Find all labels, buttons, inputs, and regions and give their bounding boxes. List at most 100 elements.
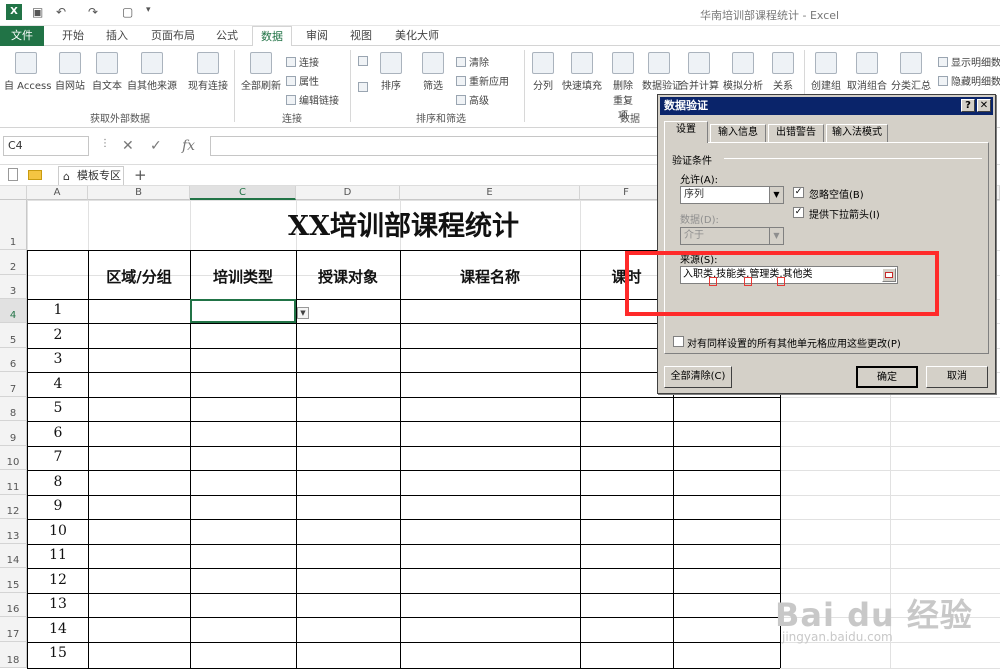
tab-input-message[interactable]: 输入信息 bbox=[710, 124, 766, 142]
row-header[interactable]: 9 bbox=[0, 421, 27, 446]
row-header[interactable]: 8 bbox=[0, 397, 27, 421]
connections-button[interactable]: 连接 bbox=[286, 54, 319, 69]
active-cell-c4[interactable] bbox=[190, 299, 296, 323]
row-header[interactable]: 2 bbox=[0, 250, 27, 275]
reapply-icon bbox=[456, 76, 466, 86]
refresh-all-button[interactable]: 全部刷新 bbox=[238, 52, 284, 92]
filter-button[interactable]: 筛选 bbox=[418, 52, 448, 92]
redo-icon[interactable]: ↷ bbox=[88, 5, 98, 19]
data-validation-button[interactable]: 数据验证 bbox=[642, 52, 682, 92]
row-header[interactable]: 16 bbox=[0, 593, 27, 617]
sort-descending-button[interactable] bbox=[358, 82, 371, 94]
properties-button[interactable]: 属性 bbox=[286, 73, 319, 88]
tab-file[interactable]: 文件 bbox=[0, 26, 44, 46]
from-other-sources-button[interactable]: 自其他来源 bbox=[126, 52, 178, 92]
save-icon[interactable]: ▣ bbox=[32, 5, 43, 19]
row-header[interactable]: 17 bbox=[0, 617, 27, 642]
text-to-columns-icon bbox=[532, 52, 554, 74]
relationships-button[interactable]: 关系 bbox=[768, 52, 798, 92]
cell-dropdown-arrow-icon[interactable]: ▼ bbox=[297, 307, 309, 319]
consolidate-button[interactable]: 合并计算 bbox=[678, 52, 720, 92]
tab-data[interactable]: 数据 bbox=[252, 26, 292, 47]
clear-filter-button[interactable]: 清除 bbox=[456, 54, 489, 69]
highlight-annotation-box bbox=[625, 251, 939, 316]
row-header[interactable]: 13 bbox=[0, 519, 27, 544]
row-header[interactable]: 3 bbox=[0, 275, 27, 299]
cancel-button[interactable]: 取消 bbox=[926, 366, 988, 388]
row-header[interactable]: 14 bbox=[0, 544, 27, 568]
text-to-columns-button[interactable]: 分列 bbox=[528, 52, 558, 92]
table-border bbox=[27, 568, 780, 569]
sort-az-icon bbox=[358, 56, 368, 66]
row-header[interactable]: 12 bbox=[0, 495, 27, 519]
column-header-e[interactable]: E bbox=[400, 186, 580, 200]
apply-all-checkbox[interactable] bbox=[673, 336, 684, 347]
ungroup-button[interactable]: 取消组合 bbox=[846, 52, 888, 92]
from-text-button[interactable]: 自文本 bbox=[90, 52, 124, 92]
insert-function-icon[interactable]: fx bbox=[182, 138, 195, 154]
edit-links-button[interactable]: 编辑链接 bbox=[286, 92, 339, 107]
row-header[interactable]: 6 bbox=[0, 348, 27, 372]
reapply-button[interactable]: 重新应用 bbox=[456, 73, 509, 88]
select-all-corner[interactable] bbox=[0, 186, 27, 200]
show-detail-button[interactable]: 显示明细数据 bbox=[938, 54, 1000, 69]
subtotal-button[interactable]: 分类汇总 bbox=[890, 52, 932, 92]
tab-beautify-master[interactable]: 美化大师 bbox=[390, 26, 444, 46]
add-sheet-button[interactable]: + bbox=[134, 166, 147, 184]
name-box[interactable]: C4 bbox=[3, 136, 89, 156]
enter-entry-icon[interactable]: ✓ bbox=[150, 138, 162, 154]
row-header[interactable]: 5 bbox=[0, 323, 27, 348]
from-access-button[interactable]: 自 Access bbox=[4, 52, 51, 92]
new-document-icon[interactable] bbox=[8, 168, 18, 181]
dialog-close-button[interactable]: ✕ bbox=[977, 99, 991, 112]
allow-select[interactable]: 序列 ▼ bbox=[680, 186, 784, 204]
advanced-filter-button[interactable]: 高级 bbox=[456, 92, 489, 107]
clear-all-button[interactable]: 全部清除(C) bbox=[664, 366, 732, 388]
help-button[interactable]: ? bbox=[961, 99, 975, 112]
column-header-d[interactable]: D bbox=[296, 186, 400, 200]
customize-qa-icon[interactable]: ▾ bbox=[146, 5, 151, 15]
column-header-c[interactable]: C bbox=[190, 186, 296, 200]
row-header[interactable]: 15 bbox=[0, 568, 27, 593]
tab-home[interactable]: 开始 bbox=[56, 26, 90, 46]
tab-ime-mode[interactable]: 输入法模式 bbox=[826, 124, 888, 142]
undo-icon[interactable]: ↶ bbox=[56, 5, 66, 19]
what-if-analysis-button[interactable]: 模拟分析 bbox=[722, 52, 764, 92]
tab-settings[interactable]: 设置 bbox=[664, 121, 708, 143]
tab-insert[interactable]: 插入 bbox=[100, 26, 134, 46]
folder-icon[interactable] bbox=[28, 170, 42, 180]
tab-view[interactable]: 视图 bbox=[344, 26, 378, 46]
print-preview-icon[interactable]: ▢ bbox=[122, 5, 133, 19]
tab-review[interactable]: 审阅 bbox=[300, 26, 334, 46]
ribbon-separator bbox=[524, 50, 525, 122]
tab-error-alert[interactable]: 出错警告 bbox=[768, 124, 824, 142]
row-header[interactable]: 10 bbox=[0, 446, 27, 470]
sort-button[interactable]: 排序 bbox=[376, 52, 406, 92]
row-header[interactable]: 11 bbox=[0, 470, 27, 495]
chevron-down-icon: ▼ bbox=[769, 228, 783, 244]
ok-button[interactable]: 确定 bbox=[856, 366, 918, 388]
cancel-entry-icon[interactable]: ✕ bbox=[122, 138, 134, 154]
row-header[interactable]: 4 bbox=[0, 299, 27, 323]
hide-detail-button[interactable]: 隐藏明细数据 bbox=[938, 73, 1000, 88]
row-number: 14 bbox=[49, 621, 67, 637]
row-header[interactable]: 7 bbox=[0, 372, 27, 397]
ignore-blank-checkbox[interactable]: ✓ bbox=[793, 187, 804, 198]
column-header-b[interactable]: B bbox=[88, 186, 190, 200]
tab-page-layout[interactable]: 页面布局 bbox=[146, 26, 200, 46]
group-button[interactable]: 创建组 bbox=[808, 52, 844, 92]
from-web-button[interactable]: 自网站 bbox=[52, 52, 88, 92]
existing-connections-button[interactable]: 现有连接 bbox=[186, 52, 230, 92]
column-header-a[interactable]: A bbox=[27, 186, 88, 200]
sort-ascending-button[interactable] bbox=[358, 56, 371, 68]
dropdown-arrow-checkbox[interactable]: ✓ bbox=[793, 207, 804, 218]
flash-fill-button[interactable]: 快速填充 bbox=[560, 52, 604, 92]
tab-formulas[interactable]: 公式 bbox=[210, 26, 244, 46]
ribbon-separator bbox=[234, 50, 235, 122]
row-number: 12 bbox=[49, 572, 67, 588]
formula-input[interactable] bbox=[210, 136, 660, 156]
row-header[interactable]: 1 bbox=[0, 200, 27, 250]
tab-template-zone[interactable]: ⌂ 模板专区 bbox=[58, 166, 124, 185]
ungroup-icon bbox=[856, 52, 878, 74]
row-header[interactable]: 18 bbox=[0, 642, 27, 668]
